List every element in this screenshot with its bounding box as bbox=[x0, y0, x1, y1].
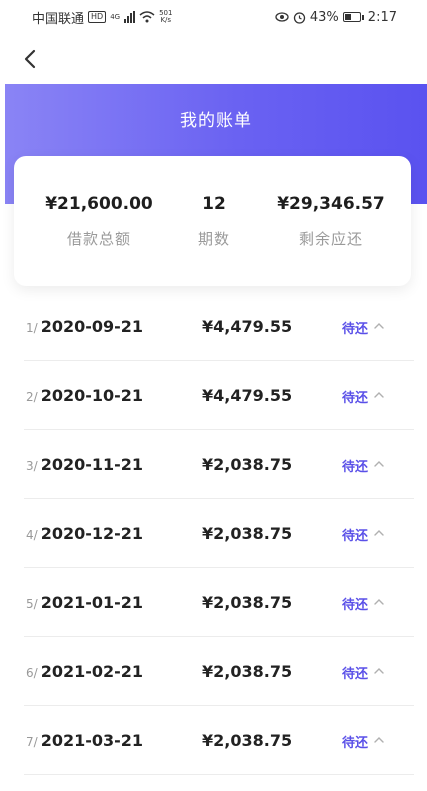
bill-status: 待还 bbox=[342, 322, 369, 337]
nav-bar bbox=[0, 34, 427, 84]
bill-date: 2020-09-21 bbox=[40, 317, 144, 336]
chevron-up-icon[interactable] bbox=[372, 319, 386, 333]
bill-row[interactable]: 4/2020-12-21 ¥2,038.75 待还 bbox=[24, 499, 414, 568]
chevron-up-icon[interactable] bbox=[372, 595, 386, 609]
bill-amount: ¥2,038.75 bbox=[202, 593, 293, 612]
battery-icon bbox=[342, 12, 364, 22]
bill-date: 2021-01-21 bbox=[40, 593, 144, 612]
bill-index: 3/ bbox=[26, 459, 38, 473]
bill-period: 2/2020-10-21 bbox=[26, 386, 143, 405]
eye-icon bbox=[275, 12, 289, 22]
chevron-up-icon[interactable] bbox=[372, 526, 386, 540]
bill-status: 待还 bbox=[342, 667, 369, 682]
bill-status: 待还 bbox=[342, 460, 369, 475]
chevron-up-icon[interactable] bbox=[372, 664, 386, 678]
bill-index: 6/ bbox=[26, 666, 38, 680]
battery-fill bbox=[344, 14, 351, 20]
chevron-up-icon[interactable] bbox=[372, 388, 386, 402]
bill-list: 1/2020-09-21 ¥4,479.55 待还 2/2020-10-21 ¥… bbox=[0, 292, 427, 775]
bill-row[interactable]: 3/2020-11-21 ¥2,038.75 待还 bbox=[24, 430, 414, 499]
bill-row[interactable]: 6/2021-02-21 ¥2,038.75 待还 bbox=[24, 637, 414, 706]
bill-period: 5/2021-01-21 bbox=[26, 593, 143, 612]
total-loan-stat: ¥21,600.00 借款总额 bbox=[34, 194, 164, 249]
bill-row[interactable]: 5/2021-01-21 ¥2,038.75 待还 bbox=[24, 568, 414, 637]
bill-period: 6/2021-02-21 bbox=[26, 662, 143, 681]
bill-status: 待还 bbox=[342, 736, 369, 751]
bill-index: 4/ bbox=[26, 528, 38, 542]
bill-period: 7/2021-03-21 bbox=[26, 731, 143, 750]
total-loan-amount: ¥21,600.00 bbox=[45, 194, 153, 214]
bill-status: 待还 bbox=[342, 598, 369, 613]
back-arrow-icon[interactable] bbox=[18, 46, 44, 72]
network-speed: 501 K/s bbox=[159, 10, 172, 24]
bill-row[interactable]: 1/2020-09-21 ¥4,479.55 待还 bbox=[24, 292, 414, 361]
bill-amount: ¥2,038.75 bbox=[202, 731, 293, 750]
bill-amount: ¥2,038.75 bbox=[202, 662, 293, 681]
bill-row[interactable]: 7/2021-03-21 ¥2,038.75 待还 bbox=[24, 706, 414, 775]
bill-period: 4/2020-12-21 bbox=[26, 524, 143, 543]
periods-stat: 12 期数 bbox=[174, 194, 254, 249]
battery-percent: 43% bbox=[309, 9, 339, 25]
network-speed-unit: K/s bbox=[160, 16, 172, 24]
bill-index: 1/ bbox=[26, 321, 38, 335]
page-title: 我的账单 bbox=[180, 111, 252, 131]
periods-value: 12 bbox=[202, 194, 226, 214]
clock-time: 2:17 bbox=[367, 9, 397, 25]
bill-index: 2/ bbox=[26, 390, 38, 404]
remaining-stat: ¥29,346.57 剩余应还 bbox=[266, 194, 396, 249]
remaining-label: 剩余应还 bbox=[298, 230, 363, 248]
status-bar: 中国联通 HD 4G 501 K/s 43% 2:17 bbox=[0, 0, 427, 34]
summary-card: ¥21,600.00 借款总额 12 期数 ¥29,346.57 剩余应还 bbox=[14, 156, 411, 286]
bill-date: 2020-11-21 bbox=[40, 455, 144, 474]
bill-index: 7/ bbox=[26, 735, 38, 749]
bill-period: 3/2020-11-21 bbox=[26, 455, 143, 474]
bill-amount: ¥4,479.55 bbox=[202, 317, 293, 336]
total-loan-label: 借款总额 bbox=[66, 230, 131, 248]
bill-row[interactable]: 2/2020-10-21 ¥4,479.55 待还 bbox=[24, 361, 414, 430]
hd-icon: HD bbox=[88, 11, 107, 23]
status-right: 43% 2:17 bbox=[275, 10, 397, 25]
bill-date: 2020-12-21 bbox=[40, 524, 144, 543]
bill-date: 2021-03-21 bbox=[40, 731, 144, 750]
bill-amount: ¥2,038.75 bbox=[202, 524, 293, 543]
network-type: 4G bbox=[110, 12, 121, 21]
remaining-amount: ¥29,346.57 bbox=[277, 194, 385, 214]
wifi-icon bbox=[139, 11, 155, 23]
chevron-up-icon[interactable] bbox=[372, 733, 386, 747]
bill-status: 待还 bbox=[342, 529, 369, 544]
bill-amount: ¥2,038.75 bbox=[202, 455, 293, 474]
bill-date: 2021-02-21 bbox=[40, 662, 144, 681]
carrier-name: 中国联通 bbox=[32, 11, 85, 27]
signal-icon bbox=[124, 11, 136, 23]
bill-index: 5/ bbox=[26, 597, 38, 611]
bill-amount: ¥4,479.55 bbox=[202, 386, 293, 405]
status-left: 中国联通 HD 4G 501 K/s bbox=[32, 8, 172, 27]
periods-label: 期数 bbox=[197, 230, 230, 248]
bill-status: 待还 bbox=[342, 391, 369, 406]
chevron-up-icon[interactable] bbox=[372, 457, 386, 471]
bill-period: 1/2020-09-21 bbox=[26, 317, 143, 336]
alarm-icon bbox=[293, 11, 306, 24]
bill-date: 2020-10-21 bbox=[40, 386, 144, 405]
